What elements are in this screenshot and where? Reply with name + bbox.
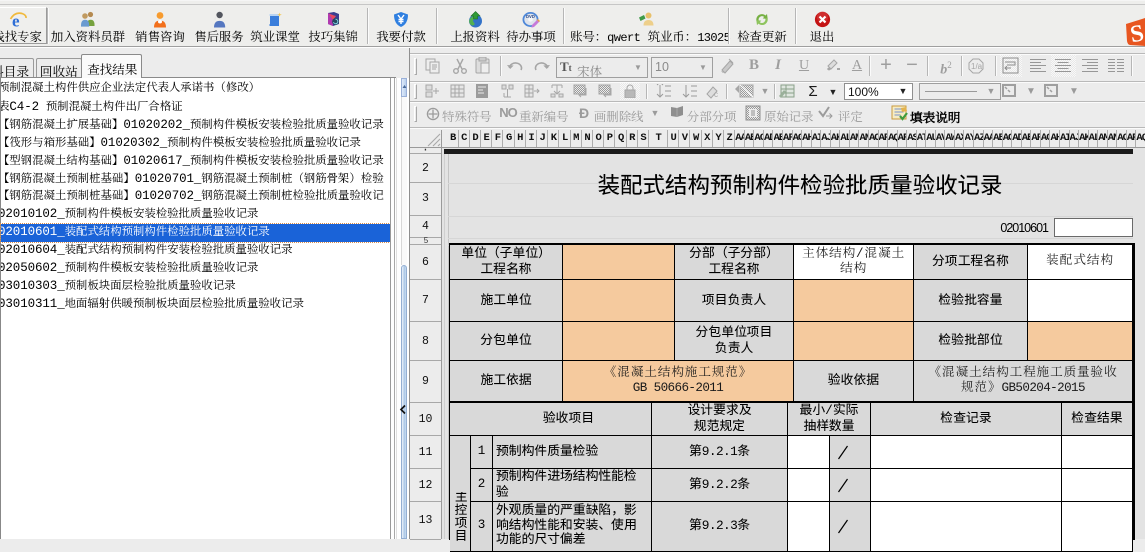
svg-text:1/a: 1/a bbox=[971, 62, 983, 71]
svg-text:DVD: DVD bbox=[526, 14, 535, 19]
svg-text:c: c bbox=[714, 90, 718, 99]
